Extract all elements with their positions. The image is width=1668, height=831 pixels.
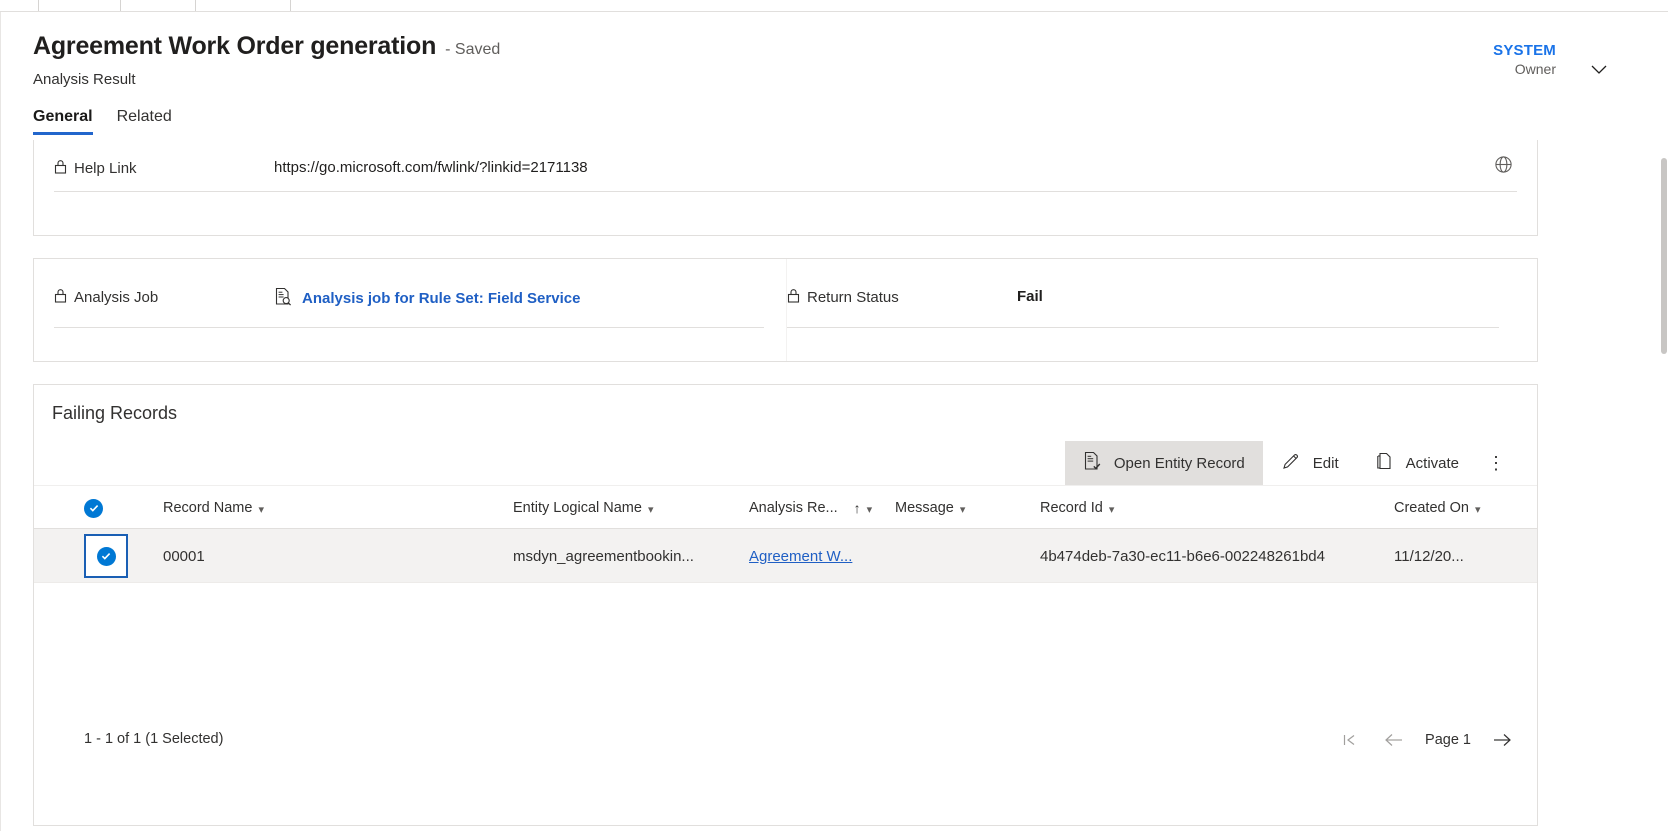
column-header-analysis-result[interactable]: Analysis Re... ↑ ▾: [749, 486, 872, 530]
open-entity-record-label: Open Entity Record: [1113, 454, 1245, 472]
field-underline: [54, 327, 764, 328]
subgrid-table: Record Name ▾ Entity Logical Name ▾ Anal…: [34, 485, 1537, 769]
page-title: Agreement Work Order generation: [33, 32, 437, 60]
cell-created-on: 11/12/20...: [1394, 547, 1464, 565]
chevron-down-icon: ▾: [959, 503, 966, 516]
vertical-scrollbar-thumb[interactable]: [1661, 158, 1667, 354]
sort-ascending-icon: ↑: [853, 500, 861, 516]
previous-page-icon[interactable]: [1381, 727, 1407, 753]
pagination-controls: Page 1: [1337, 727, 1515, 753]
open-entity-record-button[interactable]: Open Entity Record: [1064, 441, 1263, 485]
cell-analysis-result[interactable]: Agreement W...: [749, 529, 852, 583]
cell-record-name: 00001: [163, 547, 205, 565]
page-number-label: Page 1: [1425, 732, 1471, 748]
table-row[interactable]: 00001 msdyn_agreementbookin... Agreement…: [34, 529, 1537, 583]
column-label: Record Name: [163, 500, 253, 516]
subgrid-heading: Failing Records: [52, 403, 178, 423]
grid-header-row: Record Name ▾ Entity Logical Name ▾ Anal…: [34, 485, 1537, 529]
owner-field-label: Owner: [1514, 60, 1556, 77]
edit-button[interactable]: Edit: [1263, 441, 1357, 485]
globe-icon[interactable]: [1494, 155, 1513, 179]
tab-separator: [38, 0, 39, 11]
help-link-section: Help Link https://go.microsoft.com/fwlin…: [33, 140, 1538, 236]
cell-record-id: 4b474deb-7a30-ec11-b6e6-002248261bd4: [1040, 547, 1325, 565]
chevron-down-icon: ▾: [866, 503, 873, 516]
lock-icon: [54, 159, 67, 178]
column-header-record-name[interactable]: Record Name ▾: [163, 486, 264, 530]
analysis-job-link[interactable]: Analysis job for Rule Set: Field Service: [274, 287, 580, 310]
field-underline: [787, 327, 1499, 328]
tab-related[interactable]: Related: [117, 108, 172, 135]
help-link-row: Help Link https://go.microsoft.com/fwlin…: [34, 140, 1537, 235]
column-header-entity-logical-name[interactable]: Entity Logical Name ▾: [513, 486, 653, 530]
entity-subtitle: Analysis Result: [33, 71, 136, 88]
next-page-icon[interactable]: [1489, 727, 1515, 753]
analysis-job-value: Analysis job for Rule Set: Field Service: [302, 290, 581, 307]
field-underline: [54, 191, 1517, 192]
edit-label: Edit: [1312, 454, 1339, 472]
analysis-job-section: Analysis Job Analysis job for Rule Set: …: [33, 258, 1538, 362]
title-row: Agreement Work Order generation - Saved: [33, 32, 500, 61]
chevron-down-icon: ▾: [1108, 503, 1115, 516]
column-label: Created On: [1394, 500, 1469, 516]
analysis-job-label: Analysis Job: [74, 289, 159, 306]
analysis-job-label-wrap: Analysis Job: [54, 288, 158, 307]
open-entity-record-icon: [1083, 451, 1102, 475]
grid-footer: 1 - 1 of 1 (1 Selected) Page 1: [34, 713, 1537, 769]
chevron-down-icon: ▾: [1474, 503, 1481, 516]
save-status: - Saved: [445, 41, 501, 58]
tab-general[interactable]: General: [33, 108, 93, 135]
checkmark-icon: [96, 546, 116, 566]
column-label: Analysis Re...: [749, 500, 838, 516]
lock-icon: [787, 288, 800, 307]
document-search-icon: [274, 287, 292, 310]
pencil-icon: [1281, 451, 1301, 475]
help-link-label: Help Link: [74, 160, 137, 177]
form-tabs: General Related: [33, 108, 172, 135]
cell-entity-logical-name: msdyn_agreementbookin...: [513, 547, 694, 565]
owner-name-link[interactable]: SYSTEM: [1493, 42, 1556, 61]
form-body: Help Link https://go.microsoft.com/fwlin…: [0, 140, 1668, 831]
browser-chrome-strip: [0, 0, 1668, 12]
checkmark-icon: [84, 498, 103, 518]
column-label: Record Id: [1040, 500, 1103, 516]
activate-page-icon: [1375, 451, 1394, 475]
activate-button[interactable]: Activate: [1357, 441, 1477, 485]
first-page-icon[interactable]: [1337, 727, 1363, 753]
column-header-message[interactable]: Message ▾: [895, 486, 965, 530]
row-select-checkbox[interactable]: [84, 529, 128, 583]
help-link-value: https://go.microsoft.com/fwlink/?linkid=…: [274, 159, 588, 176]
return-status-label-wrap: Return Status: [787, 288, 899, 307]
help-link-label-wrap: Help Link: [54, 159, 137, 178]
select-all-checkbox[interactable]: [84, 486, 103, 530]
column-header-record-id[interactable]: Record Id ▾: [1040, 486, 1114, 530]
chevron-down-icon: ▾: [258, 503, 264, 516]
column-header-created-on[interactable]: Created On ▾: [1394, 486, 1481, 530]
subgrid-command-bar: Open Entity Record Edit Activate ⋮: [1064, 441, 1515, 485]
row-checkbox-focus-ring[interactable]: [84, 534, 128, 578]
owner-field: SYSTEM Owner: [1493, 42, 1556, 78]
failing-records-section: Failing Records Open Entity Record Edit …: [33, 384, 1538, 826]
record-count-label: 1 - 1 of 1 (1 Selected): [84, 731, 224, 747]
tab-separator: [120, 0, 121, 11]
column-label: Message: [895, 500, 954, 516]
chevron-down-icon[interactable]: [1586, 56, 1612, 82]
return-status-value: Fail: [1017, 288, 1043, 305]
more-commands-button[interactable]: ⋮: [1477, 441, 1515, 485]
chevron-down-icon: ▾: [647, 503, 654, 516]
form-header: Agreement Work Order generation - Saved …: [0, 12, 1668, 140]
analysis-job-field: Analysis Job Analysis job for Rule Set: …: [54, 259, 784, 361]
activate-label: Activate: [1405, 454, 1459, 472]
return-status-label: Return Status: [807, 289, 899, 306]
column-label: Entity Logical Name: [513, 500, 642, 516]
tab-separator: [290, 0, 291, 11]
analysis-result-link: Agreement W...: [749, 547, 853, 565]
lock-icon: [54, 288, 67, 307]
return-status-field: Return Status Fail: [786, 259, 1519, 361]
tab-separator: [195, 0, 196, 11]
